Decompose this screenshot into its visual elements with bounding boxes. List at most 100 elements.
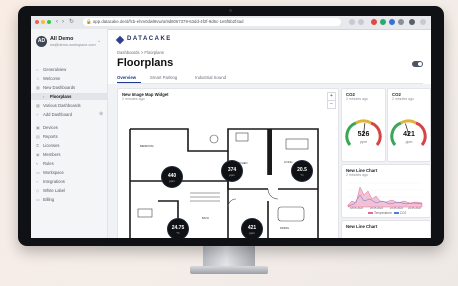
sidebar-item-label: Billing: [43, 197, 55, 202]
sidebar-item-floorplans[interactable]: ▪ Floorplans: [31, 93, 107, 100]
back-arrow-icon[interactable]: ‹: [56, 18, 58, 26]
extension-icon[interactable]: [398, 19, 404, 25]
map-icon: ▪: [43, 94, 45, 99]
plus-icon: +: [36, 112, 39, 117]
sidebar-item-label: Floorplans: [50, 94, 72, 99]
gauge-2: [390, 119, 427, 146]
file-icon: ▤: [36, 134, 40, 139]
close-window-button[interactable]: [35, 20, 39, 24]
profile-avatar[interactable]: [409, 19, 415, 25]
bookmark-icon[interactable]: [358, 19, 364, 25]
sensor-unit: ppm: [169, 179, 175, 183]
sidebar-item-label: Rules: [43, 161, 54, 166]
sensor-temp-20-5[interactable]: 20.5 °C: [292, 161, 312, 181]
lock-icon: 🔒: [86, 19, 92, 24]
sidebar-item-label: Add Dashboard: [43, 112, 73, 117]
sensor-co2-440[interactable]: 440 ppm: [162, 167, 182, 187]
workspace-name[interactable]: All Demo: [50, 36, 73, 42]
sidebar-item-rules[interactable]: ϟ Rules: [31, 160, 107, 167]
gauge-card-co2-1: CO2 2 minutes ago 526 ppm: [341, 88, 386, 162]
sensor-co2-374[interactable]: 374 ppm: [222, 161, 242, 181]
sidebar-item-new-dashboards[interactable]: ▦ New Dashboards: [31, 84, 107, 91]
sidebar-item-generalview[interactable]: ⌂ Generalview: [31, 66, 107, 73]
sidebar-item-members[interactable]: ◉ Members: [31, 151, 107, 158]
sidebar-item-white-label[interactable]: ◇ White Label: [31, 187, 107, 194]
sidebar-item-label: Devices: [43, 125, 58, 130]
bolt-icon: ϟ: [36, 161, 39, 166]
x-tick-0: 18.05.2022: [350, 207, 363, 210]
monitor: ‹ › ↻ 🔒 app.datacake.de/d/fcb-ehm0dwl9vw…: [18, 6, 444, 246]
breadcrumb[interactable]: Dashboards > Floorplans: [117, 50, 164, 55]
extension-icon[interactable]: [371, 19, 377, 25]
svg-text:LIVING: LIVING: [284, 160, 293, 164]
line-chart-card: New Line Chart 2 minutes ago Temperature…: [341, 164, 431, 218]
address-bar[interactable]: 🔒 app.datacake.de/d/fcb-ehm0dwl9vw/a/9d8…: [83, 18, 341, 26]
svg-text:DINING: DINING: [280, 226, 289, 230]
workspace-subtitle: ws@demo-workspace.com: [50, 43, 96, 47]
camera-dot: [229, 9, 232, 12]
forward-arrow-icon[interactable]: ›: [62, 18, 64, 26]
sidebar-item-billing[interactable]: ▭ Billing: [31, 196, 107, 203]
grid-icon: ▦: [36, 85, 40, 90]
add-icon[interactable]: ⊕: [99, 111, 103, 118]
legend-co2[interactable]: CO2: [400, 211, 407, 215]
sidebar-item-add-dashboard[interactable]: + Add Dashboard ⊕: [31, 111, 107, 118]
active-tab-indicator: [117, 82, 141, 83]
card-icon: ▭: [36, 197, 40, 202]
tab-smart-parking[interactable]: Smart Parking: [150, 75, 177, 80]
svg-text:BEDROOM: BEDROOM: [140, 144, 153, 148]
chip-icon: ▣: [36, 125, 40, 130]
sidebar-item-various-dashboards[interactable]: ▦ Various Dashboards: [31, 102, 107, 109]
x-tick-2: 22.05.2022: [390, 207, 403, 210]
sensor-unit: °C: [300, 173, 304, 177]
floorplan-widget: New Image Map Widget 2 minutes ago + − B…: [117, 88, 339, 238]
extension-icon[interactable]: [380, 19, 386, 25]
sidebar-item-label: Various Dashboards: [43, 103, 81, 108]
sidebar-item-integrations[interactable]: ⌁ Integrations: [31, 178, 107, 185]
line-chart-card-2: New Line Chart: [341, 220, 431, 238]
sidebar-item-licenses[interactable]: ⚿ Licenses: [31, 142, 107, 149]
menu-icon[interactable]: [420, 19, 426, 25]
tab-overview[interactable]: Overview: [117, 75, 136, 80]
sensor-unit: ppm: [249, 231, 255, 235]
sidebar-item-label: White Label: [43, 188, 66, 193]
share-icon[interactable]: [349, 19, 355, 25]
x-tick-1: 20.05.2022: [370, 207, 383, 210]
plug-icon: ⌁: [36, 179, 39, 184]
sidebar-item-label: Generalview: [43, 67, 67, 72]
sensor-co2-421[interactable]: 421 ppm: [242, 219, 262, 238]
edit-mode-toggle[interactable]: [412, 61, 423, 67]
avatar[interactable]: AD: [36, 36, 47, 47]
sensor-unit: ppm: [229, 173, 235, 177]
sidebar-item-workspace[interactable]: ▭ Workspace: [31, 169, 107, 176]
reload-icon[interactable]: ↻: [69, 18, 74, 26]
tab-industrial-sound[interactable]: Industrial Sound: [195, 75, 226, 80]
minimize-window-button[interactable]: [41, 20, 45, 24]
maximize-window-button[interactable]: [47, 20, 51, 24]
sensor-temp-24-75[interactable]: 24.75 °C: [168, 219, 188, 238]
svg-text:BATH: BATH: [202, 216, 209, 220]
browser-toolbar: ‹ › ↻ 🔒 app.datacake.de/d/fcb-ehm0dwl9vw…: [31, 16, 431, 30]
sidebar-item-label: Reports: [43, 134, 58, 139]
sidebar-item-label: Welcome: [43, 76, 61, 81]
sidebar-item-label: Integrations: [43, 179, 65, 184]
gauge-unit: ppm: [360, 140, 367, 144]
sidebar-item-reports[interactable]: ▤ Reports: [31, 133, 107, 140]
sidebar-item-welcome[interactable]: ☆ Welcome: [31, 75, 107, 82]
sidebar-item-label: New Dashboards: [43, 85, 76, 90]
url-text: app.datacake.de/d/fcb-ehm0dwl9vw/a/9d806…: [93, 19, 244, 24]
legend-swatch: [393, 212, 399, 215]
chevron-down-icon[interactable]: ⌄: [97, 38, 101, 44]
key-icon: ⚿: [36, 143, 40, 148]
extension-icon[interactable]: [389, 19, 395, 25]
brand-name: DATACAKE: [127, 36, 172, 42]
x-tick-3: 24.05.2022: [408, 207, 421, 210]
gauge-card-co2-2: CO2 2 minutes ago 421 ppm: [387, 88, 431, 162]
card-title: New Line Chart: [346, 224, 378, 229]
sidebar-item-label: Members: [43, 152, 61, 157]
sidebar-item-label: Licenses: [43, 143, 60, 148]
grid-icon: ▦: [36, 103, 40, 108]
sidebar-item-devices[interactable]: ▣ Devices: [31, 124, 107, 131]
star-icon: ☆: [36, 76, 40, 81]
legend-temperature[interactable]: Temperature: [374, 211, 392, 215]
